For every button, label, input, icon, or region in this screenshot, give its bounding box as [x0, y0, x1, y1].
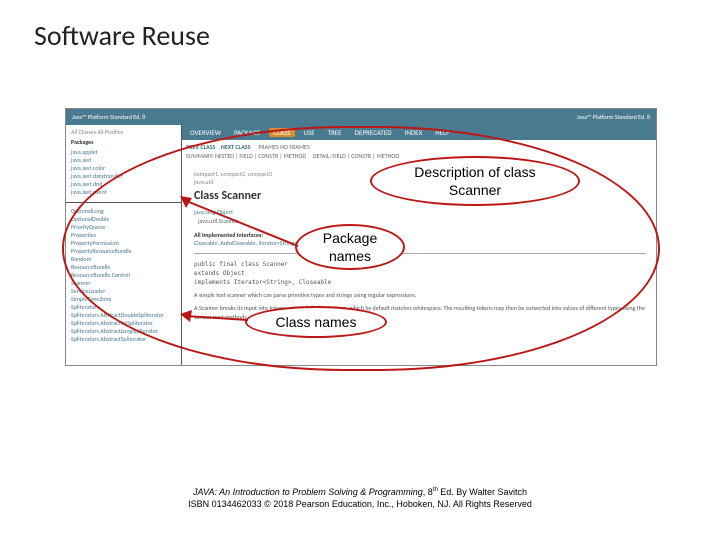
footer-isbn: ISBN 0134462033 © 2018 Pearson Education…: [188, 499, 532, 509]
detail-line: DETAIL: FIELD | CONSTR | METHOD: [313, 152, 399, 160]
package-link[interactable]: java.awt.datatransfer: [71, 172, 176, 180]
implemented-interfaces: All Implemented Interfaces: Closeable, A…: [194, 231, 646, 247]
summary-line: SUMMARY: NESTED | FIELD | CONSTR | METHO…: [186, 152, 306, 160]
package-link[interactable]: java.awt.color: [71, 164, 176, 172]
class-link[interactable]: Random: [71, 255, 176, 263]
callout-pkg-line1: Package: [323, 229, 377, 247]
class-link[interactable]: OptionalLong: [71, 207, 176, 215]
class-link[interactable]: PriorityQueue: [71, 223, 176, 231]
class-link[interactable]: ResourceBundle: [71, 263, 176, 271]
footer-comma: , 8: [423, 487, 433, 497]
package-link[interactable]: java.applet: [71, 148, 176, 156]
divider: [194, 253, 646, 254]
hier-object[interactable]: java.lang.Object: [194, 208, 233, 216]
slide-footer: JAVA: An Introduction to Problem Solving…: [0, 484, 720, 510]
class-link[interactable]: Spliterators.AbstractLongSpliterator: [71, 327, 176, 335]
sig-line1: public final class Scanner: [194, 261, 288, 268]
impl-list[interactable]: Closeable, AutoCloseable, Iterator<Strin…: [194, 239, 297, 247]
classes-frame: OptionalLong OptionalDouble PriorityQueu…: [66, 203, 181, 347]
nav-class[interactable]: CLASS: [269, 128, 294, 137]
next-class-link[interactable]: NEXT CLASS: [221, 143, 251, 151]
nav-use[interactable]: USE: [300, 128, 319, 137]
class-signature: public final class Scanner extends Objec…: [194, 260, 646, 287]
class-link[interactable]: Spliterators.AbstractDoubleSpliterator: [71, 311, 176, 319]
class-link[interactable]: SimpleTimeZone: [71, 295, 176, 303]
allclasses-label[interactable]: All Classes All Profiles: [71, 128, 176, 136]
frames-toggle[interactable]: FRAMES NO FRAMES: [259, 143, 310, 151]
hier-scanner: java.util.Scanner: [198, 217, 238, 225]
class-link[interactable]: PropertyResourceBundle: [71, 247, 176, 255]
package-link[interactable]: java.awt: [71, 156, 176, 164]
class-link[interactable]: Scanner: [71, 279, 176, 287]
callout-desc-line1: Description of class: [414, 163, 535, 181]
hierarchy: java.lang.Object java.util.Scanner: [194, 208, 646, 226]
jd-top-right: Java™ Platform Standard Ed. 8: [577, 113, 650, 121]
nav-help[interactable]: HELP: [431, 128, 453, 137]
class-link[interactable]: ServiceLoader: [71, 287, 176, 295]
javadoc-left-frame: All Classes All Profiles Packages java.a…: [66, 125, 182, 365]
class-description1: A simple text scanner which can parse pr…: [194, 291, 646, 300]
nav-deprecated[interactable]: DEPRECATED: [351, 128, 396, 137]
callout-class-names: Class names: [245, 306, 387, 338]
slide-title: Software Reuse: [0, 0, 720, 63]
sig-line3: implements Iterator<String>, Closeable: [194, 279, 331, 286]
sig-line2: extends Object: [194, 270, 245, 277]
nav-index[interactable]: INDEX: [401, 128, 427, 137]
class-link[interactable]: PropertyPermission: [71, 239, 176, 247]
footer-author: Ed. By Walter Savitch: [438, 487, 527, 497]
callout-package-names: Package names: [295, 224, 405, 270]
nav-overview[interactable]: OVERVIEW: [186, 128, 225, 137]
packages-header: Packages: [71, 138, 176, 146]
packages-frame: All Classes All Profiles Packages java.a…: [66, 125, 181, 203]
class-link[interactable]: Spliterators.AbstractSpliterator: [71, 335, 176, 343]
javadoc-header: Java™ Platform Standard Ed. 8 Java™ Plat…: [66, 109, 656, 125]
prev-class-link[interactable]: PREV CLASS: [186, 143, 215, 151]
callout-desc-line2: Scanner: [449, 181, 501, 199]
package-link[interactable]: java.awt.event: [71, 188, 176, 196]
callout-cls-line: Class names: [276, 313, 357, 331]
class-link[interactable]: ResourceBundle.Control: [71, 271, 176, 279]
nav-package[interactable]: PACKAGE: [230, 128, 264, 137]
callout-pkg-line2: names: [329, 247, 371, 265]
jd-top-left: Java™ Platform Standard Ed. 8: [72, 113, 145, 121]
impl-label: All Implemented Interfaces:: [194, 231, 646, 239]
class-link[interactable]: Spliterators.AbstractIntSpliterator: [71, 319, 176, 327]
callout-description: Description of class Scanner: [370, 156, 580, 206]
class-link[interactable]: Properties: [71, 231, 176, 239]
class-link[interactable]: Spliterators: [71, 303, 176, 311]
nav-tree[interactable]: TREE: [324, 128, 346, 137]
class-link[interactable]: OptionalDouble: [71, 215, 176, 223]
footer-book-title: JAVA: An Introduction to Problem Solving…: [193, 487, 423, 497]
package-link[interactable]: java.awt.dnd: [71, 180, 176, 188]
